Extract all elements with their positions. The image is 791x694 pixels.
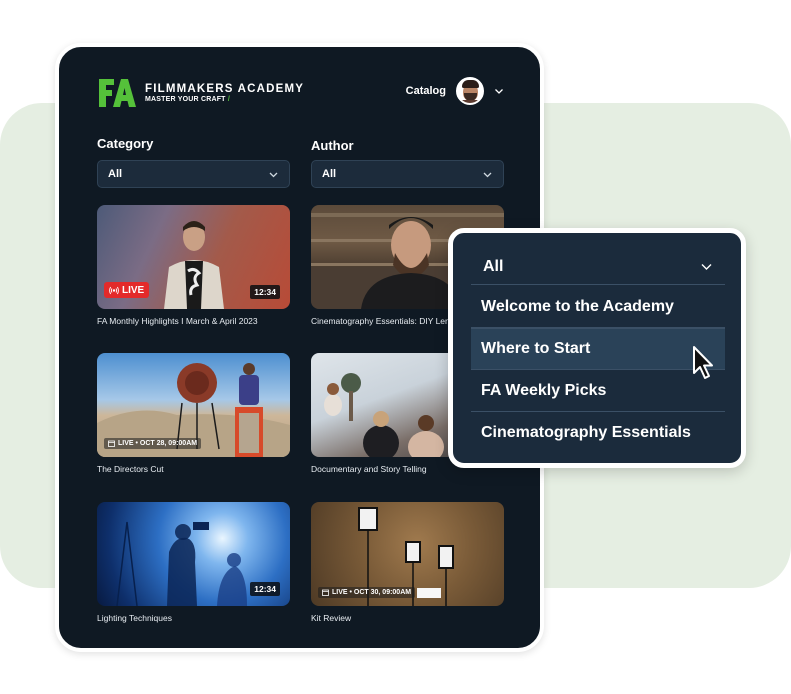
presenter-image <box>164 221 224 309</box>
broadcast-icon <box>109 286 119 294</box>
author-select-value: All <box>322 168 337 180</box>
fa-logo-icon <box>99 79 136 107</box>
video-thumbnail[interactable]: 12:34 <box>97 502 290 606</box>
video-card[interactable]: 12:34 Lighting Techniques <box>97 502 290 623</box>
video-card[interactable]: LIVE • OCT 30, 09:00AM Kit Review <box>311 502 504 623</box>
chevron-down-icon <box>701 264 712 270</box>
avatar-shirt <box>458 100 482 103</box>
schedule-badge: LIVE • OCT 30, 09:00AM <box>318 587 416 598</box>
brand-subtitle-text: MASTER YOUR CRAFT <box>145 95 226 103</box>
video-title[interactable]: Kit Review <box>311 613 504 623</box>
video-card[interactable]: LIVE 12:34 FA Monthly Highlights I March… <box>97 205 290 326</box>
live-badge-text: LIVE <box>122 284 145 296</box>
dropdown-selected-value: All <box>483 257 504 275</box>
avatar[interactable] <box>456 77 484 105</box>
brand-logo[interactable]: FILMMAKERS ACADEMY MASTER YOUR CRAFT / <box>97 77 304 109</box>
chevron-down-icon[interactable] <box>494 86 504 96</box>
catalog-link[interactable]: Catalog <box>406 85 446 97</box>
video-title[interactable]: Lighting Techniques <box>97 613 290 623</box>
duration-label: 12:34 <box>250 582 280 596</box>
live-badge: LIVE <box>104 282 150 298</box>
author-select[interactable]: All <box>311 160 504 188</box>
video-card[interactable]: LIVE • OCT 28, 09:00AM The Directors Cut <box>97 353 290 474</box>
calendar-icon <box>108 440 115 447</box>
video-thumbnail[interactable]: LIVE • OCT 30, 09:00AM <box>311 502 504 606</box>
user-menu[interactable]: Catalog <box>406 77 504 105</box>
chevron-down-icon <box>483 172 492 177</box>
video-title[interactable]: FA Monthly Highlights I March & April 20… <box>97 316 290 326</box>
schedule-text: LIVE • OCT 28, 09:00AM <box>118 440 198 447</box>
dropdown-option[interactable]: Cinematography Essentials <box>471 412 725 454</box>
video-thumbnail[interactable]: LIVE • OCT 28, 09:00AM <box>97 353 290 457</box>
dropdown-selected[interactable]: All <box>471 249 725 285</box>
dropdown-option-hovered[interactable]: Where to Start <box>471 328 725 370</box>
schedule-text: LIVE • OCT 30, 09:00AM <box>332 589 412 596</box>
video-title[interactable]: The Directors Cut <box>97 464 290 474</box>
category-select-value: All <box>108 168 123 180</box>
slash-accent-icon: / <box>227 95 230 103</box>
category-label: Category <box>97 136 154 151</box>
calendar-icon <box>322 589 329 596</box>
video-thumbnail[interactable]: LIVE 12:34 <box>97 205 290 309</box>
dropdown-option[interactable]: FA Weekly Picks <box>471 370 725 412</box>
dropdown-option[interactable]: Welcome to the Academy <box>471 286 725 328</box>
brand-subtitle: MASTER YOUR CRAFT / <box>145 95 304 104</box>
category-select[interactable]: All <box>97 160 290 188</box>
schedule-badge: LIVE • OCT 28, 09:00AM <box>104 438 202 449</box>
chevron-down-icon <box>269 172 278 177</box>
author-label: Author <box>311 138 354 153</box>
duration-label: 12:34 <box>250 285 280 299</box>
brand-title: FILMMAKERS ACADEMY <box>145 82 305 95</box>
mouse-cursor-icon <box>693 346 713 379</box>
avatar-hair <box>462 80 479 88</box>
